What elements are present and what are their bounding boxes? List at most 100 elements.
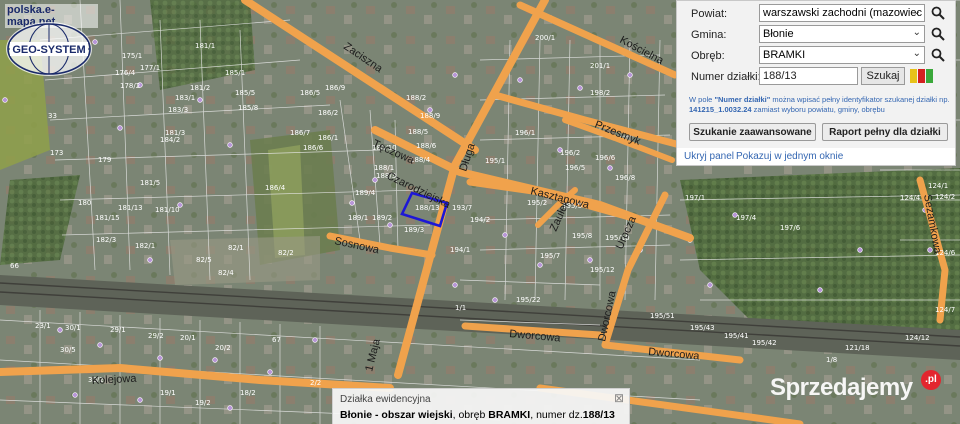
numer-dzialki-label: Numer działki:	[691, 71, 761, 83]
globe-icon: GEO-SYSTEM	[6, 22, 92, 76]
parcel-label: 185/1	[225, 69, 245, 77]
color-swatch-yellow[interactable]	[910, 69, 917, 83]
parcel-label: 195/43	[690, 324, 715, 332]
parcel-label: 66	[10, 262, 19, 270]
powiat-row: Powiat: warszawski zachodni (mazowiec ⌄	[677, 4, 957, 24]
parcel-label: 200/1	[535, 34, 555, 42]
parcel-label: 189/1	[348, 214, 368, 222]
search-icon[interactable]	[931, 27, 945, 41]
info-obreb-prefix: , obręb	[452, 409, 489, 421]
gmina-row: Gmina: Błonie ⌄	[677, 25, 957, 45]
parcel-label: 124/12	[905, 334, 930, 342]
parcel-label: 197/6	[780, 224, 801, 232]
single-window-link[interactable]: Pokazuj w jednym oknie	[736, 151, 843, 162]
parcel-label: 124/2	[935, 193, 955, 201]
parcel-label: 181/10	[155, 206, 180, 214]
parcel-label: 186/5	[300, 89, 320, 97]
numer-dzialki-row: Numer działki: 188/13 Szukaj	[677, 67, 957, 87]
advanced-search-button[interactable]: Szukanie zaawansowane	[689, 123, 816, 141]
parcel-label: 181/2	[190, 84, 210, 92]
numer-dzialki-input[interactable]: 188/13	[759, 67, 858, 85]
hint-mid: można wpisać pełny identyfikator szukane…	[772, 95, 950, 104]
parcel-label: 195/7	[540, 252, 560, 260]
parcel-label: 181/1	[195, 42, 215, 50]
parcel-label: 186/6	[303, 144, 324, 152]
parcel-label: 195/1	[485, 157, 505, 165]
parcel-label: 189/2	[372, 214, 392, 222]
parcel-label: 195/41	[724, 332, 749, 340]
parcel-label: 197/1	[685, 194, 705, 202]
info-nr: 188/13	[582, 409, 615, 421]
color-swatch-green[interactable]	[926, 69, 933, 83]
parcel-label: 188/6	[416, 142, 437, 150]
parcel-label: 178/2	[120, 82, 140, 90]
parcel-label: 186/4	[265, 184, 286, 192]
chevron-down-icon: ⌄	[912, 48, 921, 59]
parcel-label: 30/5	[60, 346, 76, 354]
szukaj-button[interactable]: Szukaj	[861, 67, 905, 85]
parcel-label: 194/1	[450, 246, 470, 254]
parcel-label: 19/2	[195, 399, 211, 407]
parcel-label: 198/2	[590, 89, 610, 97]
parcel-label: 183/3	[168, 106, 188, 114]
hint-example: 141215_1.0032.24	[689, 105, 752, 114]
parcel-label: 29/1	[110, 326, 126, 334]
parcel-label: 176/4	[115, 69, 136, 77]
parcel-label: 196/6	[595, 154, 616, 162]
parcel-label: 82/5	[196, 256, 212, 264]
parcel-label: 177/1	[140, 64, 160, 72]
info-obreb: BRAMKI	[488, 409, 531, 421]
parcel-label: 181/13	[118, 204, 143, 212]
search-icon[interactable]	[931, 48, 945, 62]
full-report-button[interactable]: Raport pełny dla działki	[822, 123, 948, 141]
parcel-label: 179	[98, 156, 111, 164]
watermark-suffix: .pl	[921, 370, 941, 390]
obreb-select[interactable]: BRAMKI ⌄	[759, 46, 925, 64]
parcel-label: 182/3	[96, 236, 116, 244]
parcel-label: 186/9	[325, 84, 345, 92]
search-icon[interactable]	[931, 6, 945, 20]
parcel-label: 196/1	[515, 129, 535, 137]
parcel-label: 196/8	[615, 174, 635, 182]
search-panel: Powiat: warszawski zachodni (mazowiec ⌄ …	[676, 0, 956, 165]
parcel-label: 33	[48, 112, 57, 120]
hint-field: "Numer działki"	[714, 95, 771, 104]
parcel-label: 180	[78, 199, 91, 207]
obreb-label: Obręb:	[691, 50, 725, 62]
parcel-label: 196/2	[560, 149, 580, 157]
parcel-label: 182/1	[135, 242, 155, 250]
parcel-label: 173	[50, 149, 63, 157]
street-label: Kolejowa	[92, 373, 138, 387]
obreb-row: Obręb: BRAMKI ⌄	[677, 46, 957, 66]
obreb-value: BRAMKI	[763, 49, 806, 61]
parcel-label: 189/4	[355, 189, 376, 197]
info-nr-prefix: , numer dz.	[530, 409, 583, 421]
chevron-down-icon: ⌄	[912, 27, 921, 38]
parcel-label: 185/5	[235, 89, 255, 97]
parcel-label: 29/2	[148, 332, 164, 340]
geo-system-logo[interactable]: polska.e-mapa.net GEO-SYSTEM	[0, 0, 98, 82]
color-swatch-red[interactable]	[918, 69, 925, 83]
parcel-label: 20/1	[180, 334, 196, 342]
parcel-label: 124/4	[900, 194, 921, 202]
parcel-label: 189/3	[404, 226, 424, 234]
parcel-label: 196/5	[565, 164, 585, 172]
parcel-label: 186/1	[318, 134, 338, 142]
watermark-logo: Sprzedajemy	[770, 374, 913, 401]
parcel-label: 181/5	[140, 179, 160, 187]
parcel-label: 1/8	[826, 356, 837, 364]
parcel-label: 188/5	[408, 128, 428, 136]
parcel-label: 197/4	[736, 214, 757, 222]
info-place: Błonie - obszar wiejski	[340, 409, 453, 421]
parcel-label: 19/1	[160, 389, 176, 397]
hint-suffix: zamiast wyboru powiatu, gminy, obrębu	[753, 105, 885, 114]
parcel-label: 30/1	[65, 324, 81, 332]
parcel-label: 195/12	[590, 266, 615, 274]
gmina-select[interactable]: Błonie ⌄	[759, 25, 925, 43]
hide-panel-link[interactable]: Ukryj panel	[684, 151, 734, 162]
close-icon[interactable]: ⊠	[614, 391, 624, 405]
parcel-label: 188/9	[420, 112, 440, 120]
powiat-value: warszawski zachodni (mazowiec	[763, 7, 922, 19]
parcel-label: 183/1	[175, 94, 195, 102]
powiat-select[interactable]: warszawski zachodni (mazowiec ⌄	[759, 4, 925, 22]
